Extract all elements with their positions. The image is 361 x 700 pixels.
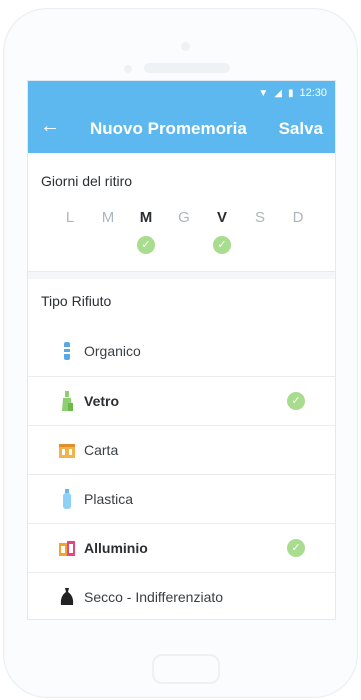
waste-type-item[interactable]: Vetro ✓ (28, 376, 335, 425)
app-bar: ▼ ◢ ▮ 12:30 ← Nuovo Promemoria Salva (28, 81, 335, 153)
waste-type-item[interactable]: Plastica (28, 474, 335, 523)
page-title: Nuovo Promemoria (90, 119, 247, 138)
day-toggle[interactable]: M ✓ (134, 209, 158, 254)
day-toggle[interactable]: G (172, 209, 196, 226)
battery-icon: ▮ (287, 87, 294, 99)
check-icon: ✓ (137, 236, 155, 254)
trash-bag-icon (58, 586, 76, 608)
waste-type-label: Vetro (84, 393, 120, 409)
organic-icon (58, 340, 76, 362)
paper-box-icon (58, 439, 76, 461)
day-label: V (216, 209, 227, 226)
waste-type-title: Tipo Rifiuto (41, 293, 112, 309)
aluminium-can-icon (58, 537, 76, 559)
waste-type-label: Carta (84, 442, 119, 458)
waste-type-label: Alluminio (84, 540, 148, 556)
day-toggle[interactable]: L (58, 209, 82, 226)
day-label: M (139, 209, 153, 226)
waste-type-item[interactable]: Alluminio ✓ (28, 523, 335, 572)
check-icon: ✓ (287, 539, 305, 557)
waste-type-item[interactable]: Organico (28, 327, 335, 375)
day-toggle[interactable]: S (248, 209, 272, 226)
app-screen: ▼ ◢ ▮ 12:30 ← Nuovo Promemoria Salva Gio… (27, 80, 336, 620)
day-toggle[interactable]: D (286, 209, 310, 226)
back-arrow-icon[interactable]: ← (40, 115, 60, 138)
waste-type-item[interactable]: Secco - Indifferenziato (28, 572, 335, 619)
day-label: G (178, 209, 190, 226)
speaker-grille (144, 63, 230, 73)
day-selector: L M M ✓ G V ✓ S D (58, 209, 318, 269)
waste-type-card: Tipo Rifiuto Organico Vetro ✓ Carta Plastica… (28, 279, 335, 619)
waste-type-label: Organico (84, 343, 141, 359)
waste-type-label: Plastica (84, 491, 134, 507)
wifi-icon: ▼ (258, 87, 269, 99)
home-button[interactable] (152, 654, 220, 684)
status-time: 12:30 (299, 87, 327, 99)
check-icon: ✓ (213, 236, 231, 254)
signal-icon: ◢ (274, 87, 282, 99)
pickup-days-title: Giorni del ritiro (41, 173, 133, 189)
glass-bottle-icon (58, 390, 76, 412)
sensor-dot (124, 65, 132, 73)
waste-type-label: Secco - Indifferenziato (84, 589, 224, 605)
save-button[interactable]: Salva (279, 119, 323, 139)
day-label: L (65, 209, 75, 226)
waste-type-item[interactable]: Carta (28, 425, 335, 474)
day-label: S (254, 209, 265, 226)
day-toggle[interactable]: M (96, 209, 120, 226)
day-label: D (292, 209, 304, 226)
check-icon: ✓ (287, 392, 305, 410)
day-toggle[interactable]: V ✓ (210, 209, 234, 254)
plastic-bottle-icon (58, 488, 76, 510)
status-bar: ▼ ◢ ▮ 12:30 (258, 87, 327, 99)
camera-dot (181, 42, 190, 51)
day-label: M (101, 209, 115, 226)
